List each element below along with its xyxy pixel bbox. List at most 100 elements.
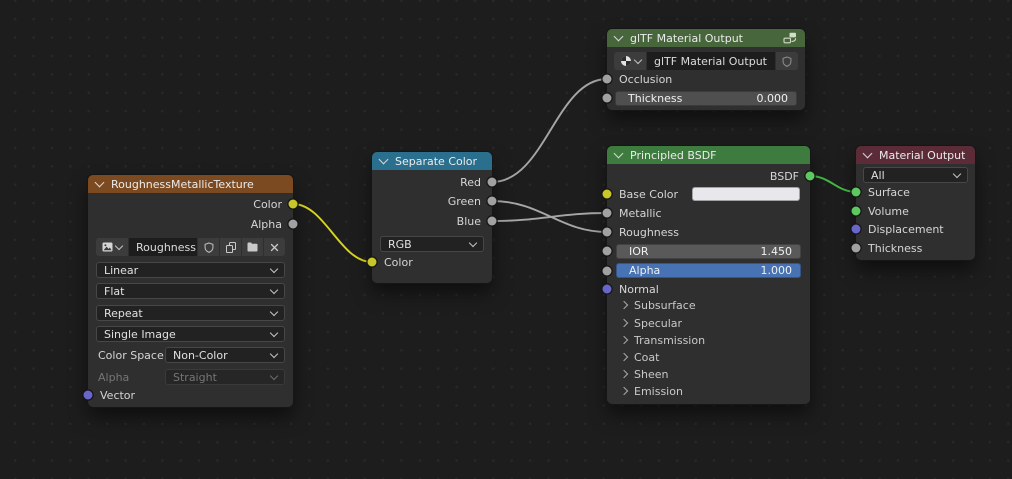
image-browse-button[interactable] bbox=[96, 238, 128, 256]
image-name-field[interactable]: RoughnessMetal... bbox=[129, 238, 197, 256]
chevron-down-icon[interactable] bbox=[613, 31, 624, 42]
image-icon bbox=[102, 242, 113, 252]
socket-roughness-input[interactable] bbox=[602, 227, 612, 237]
chevron-down-icon[interactable] bbox=[378, 154, 389, 165]
section-label: Coat bbox=[634, 350, 660, 364]
node-group-name-field[interactable]: glTF Material Output bbox=[647, 52, 775, 70]
open-image-button[interactable] bbox=[242, 238, 263, 256]
socket-bsdf-output[interactable] bbox=[805, 171, 815, 181]
input-label-thickness: Thickness bbox=[868, 241, 923, 255]
socket-texture-alpha-output[interactable] bbox=[288, 219, 298, 229]
node-header[interactable]: Material Output bbox=[856, 146, 975, 164]
shield-icon bbox=[204, 241, 213, 253]
section-sheen[interactable]: Sheen bbox=[619, 366, 810, 382]
output-label-red: Red bbox=[460, 175, 481, 189]
base-color-swatch[interactable] bbox=[692, 187, 800, 201]
section-label: Subsurface bbox=[634, 298, 696, 312]
wire-blue-to-metallic bbox=[491, 212, 608, 222]
socket-metallic-input[interactable] bbox=[602, 208, 612, 218]
target-dropdown[interactable]: All bbox=[863, 167, 968, 183]
node-header[interactable]: Principled BSDF bbox=[607, 146, 810, 164]
chevron-down-icon bbox=[269, 371, 279, 381]
chevron-down-icon[interactable] bbox=[862, 148, 873, 159]
node-gltf-material-output[interactable]: glTF Material Output glTF Material Outpu… bbox=[607, 29, 805, 110]
chevron-down-icon bbox=[269, 285, 279, 295]
section-specular[interactable]: Specular bbox=[619, 315, 810, 331]
chevron-down-icon bbox=[633, 55, 642, 65]
output-label-alpha: Alpha bbox=[250, 217, 282, 231]
chevron-down-icon[interactable] bbox=[94, 177, 105, 188]
projection-dropdown[interactable]: Flat bbox=[96, 283, 285, 299]
output-label-color: Color bbox=[253, 197, 282, 211]
node-header[interactable]: Separate Color bbox=[372, 152, 492, 170]
input-label-normal: Normal bbox=[619, 282, 659, 296]
socket-separate-red-output[interactable] bbox=[487, 177, 497, 187]
alpha-slider[interactable]: Alpha 1.000 bbox=[616, 263, 801, 278]
socket-alpha-input[interactable] bbox=[602, 266, 612, 276]
alpha-label: Alpha bbox=[629, 264, 661, 277]
image-name: RoughnessMetal... bbox=[136, 240, 197, 254]
node-separate-color[interactable]: Separate Color Red Green Blue RGB Color bbox=[372, 152, 492, 283]
unlink-image-button[interactable] bbox=[264, 238, 285, 256]
socket-ior-input[interactable] bbox=[602, 246, 612, 256]
chevron-down-icon bbox=[269, 307, 279, 317]
output-label-green: Green bbox=[447, 194, 481, 208]
color-space-dropdown[interactable]: Non-Color bbox=[165, 347, 285, 363]
socket-material-thickness-input[interactable] bbox=[851, 243, 861, 253]
extension-dropdown[interactable]: Repeat bbox=[96, 305, 285, 321]
fake-user-button[interactable] bbox=[198, 238, 219, 256]
node-group-browse-button[interactable] bbox=[614, 52, 646, 70]
section-subsurface[interactable]: Subsurface bbox=[619, 297, 810, 313]
socket-separate-green-output[interactable] bbox=[487, 196, 497, 206]
socket-separate-color-input[interactable] bbox=[367, 257, 377, 267]
chevron-right-icon bbox=[619, 386, 629, 396]
source-dropdown[interactable]: Single Image bbox=[96, 326, 285, 342]
socket-base-color-input[interactable] bbox=[602, 189, 612, 199]
section-label: Specular bbox=[634, 316, 683, 330]
node-editor-canvas[interactable]: RoughnessMetallicTexture Color Alpha Rou… bbox=[0, 0, 1012, 479]
node-group-name: glTF Material Output bbox=[654, 54, 767, 68]
duplicate-icon bbox=[225, 241, 236, 253]
socket-volume-input[interactable] bbox=[851, 206, 861, 216]
mode-value: RGB bbox=[388, 237, 412, 251]
fake-user-button[interactable] bbox=[776, 52, 798, 70]
node-header[interactable]: glTF Material Output bbox=[607, 29, 805, 47]
interpolation-dropdown[interactable]: Linear bbox=[96, 262, 285, 278]
input-label-vector: Vector bbox=[100, 388, 136, 402]
chevron-right-icon bbox=[619, 352, 629, 362]
chevron-down-icon bbox=[269, 328, 279, 338]
mode-dropdown[interactable]: RGB bbox=[380, 236, 484, 252]
ior-slider[interactable]: IOR 1.450 bbox=[616, 244, 801, 259]
alpha-mode-value: Straight bbox=[173, 370, 217, 384]
node-title: Principled BSDF bbox=[630, 148, 717, 162]
socket-normal-input[interactable] bbox=[602, 284, 612, 294]
socket-texture-color-output[interactable] bbox=[288, 199, 298, 209]
section-emission[interactable]: Emission bbox=[619, 383, 810, 399]
chevron-right-icon bbox=[619, 300, 629, 310]
socket-gltf-thickness-input[interactable] bbox=[602, 93, 612, 103]
alpha-mode-dropdown: Straight bbox=[165, 369, 285, 385]
chevron-down-icon[interactable] bbox=[613, 148, 624, 159]
socket-texture-vector-input[interactable] bbox=[83, 390, 93, 400]
node-header[interactable]: RoughnessMetallicTexture bbox=[88, 175, 293, 193]
thickness-slider[interactable]: Thickness 0.000 bbox=[615, 91, 797, 106]
socket-gltf-occlusion-input[interactable] bbox=[602, 74, 612, 84]
chevron-right-icon bbox=[619, 335, 629, 345]
section-label: Transmission bbox=[634, 333, 706, 347]
section-transmission[interactable]: Transmission bbox=[619, 332, 810, 348]
socket-separate-blue-output[interactable] bbox=[487, 216, 497, 226]
wire-green-to-roughness bbox=[491, 200, 608, 233]
socket-surface-input[interactable] bbox=[851, 187, 861, 197]
socket-displacement-input[interactable] bbox=[851, 224, 861, 234]
node-group-icon bbox=[783, 32, 797, 44]
duplicate-image-button[interactable] bbox=[220, 238, 241, 256]
section-coat[interactable]: Coat bbox=[619, 349, 810, 365]
node-roughness-metallic-texture[interactable]: RoughnessMetallicTexture Color Alpha Rou… bbox=[88, 175, 293, 407]
folder-icon bbox=[247, 242, 258, 252]
chevron-down-icon bbox=[952, 169, 962, 179]
node-material-output[interactable]: Material Output All Surface Volume Displ… bbox=[856, 146, 975, 260]
color-space-value: Non-Color bbox=[173, 348, 228, 362]
node-principled-bsdf[interactable]: Principled BSDF BSDF Base Color Metallic… bbox=[607, 146, 810, 404]
input-label-color: Color bbox=[384, 255, 413, 269]
node-title: glTF Material Output bbox=[630, 31, 743, 45]
